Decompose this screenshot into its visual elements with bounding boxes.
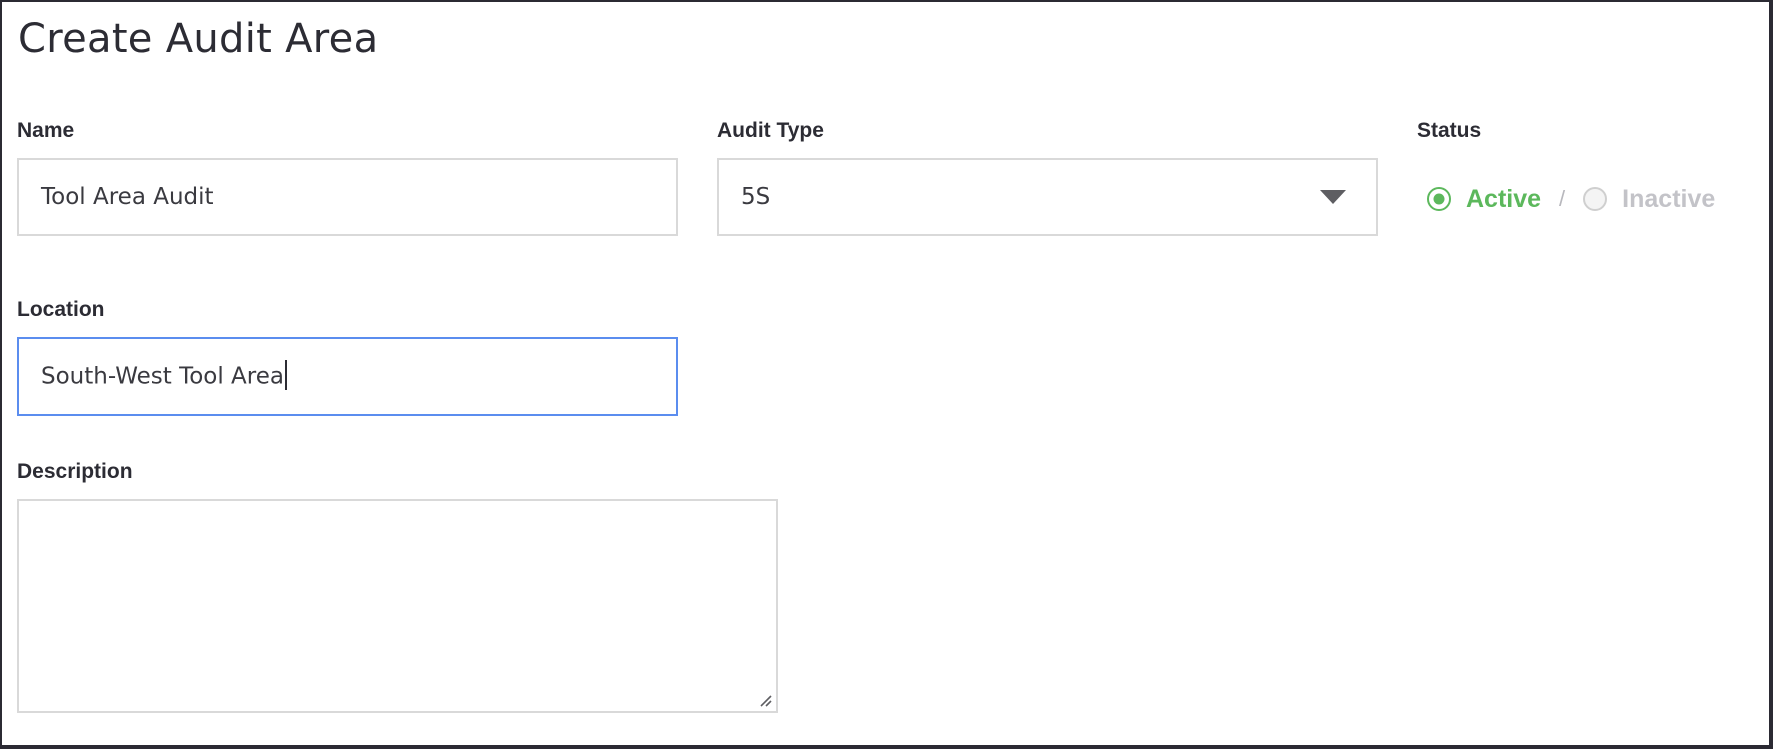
status-active-radio[interactable] xyxy=(1427,187,1451,211)
page-title: Create Audit Area xyxy=(18,16,379,62)
text-cursor xyxy=(284,359,287,390)
location-input-value-wrap: South-West Tool Area xyxy=(41,359,287,392)
location-input-value: South-West Tool Area xyxy=(41,363,284,389)
audit-type-label: Audit Type xyxy=(717,119,824,142)
name-input[interactable]: Tool Area Audit xyxy=(17,158,678,236)
status-radio-group: Active / Inactive xyxy=(1427,182,1715,216)
name-label: Name xyxy=(17,119,75,142)
location-input[interactable]: South-West Tool Area xyxy=(17,337,678,416)
location-label: Location xyxy=(17,298,105,321)
description-textarea[interactable] xyxy=(17,499,778,713)
status-separator: / xyxy=(1559,186,1566,211)
chevron-down-icon[interactable] xyxy=(1320,190,1346,204)
audit-type-select[interactable]: 5S xyxy=(717,158,1378,236)
name-input-value: Tool Area Audit xyxy=(41,184,214,210)
resize-handle-icon[interactable] xyxy=(758,693,772,707)
status-inactive-radio[interactable] xyxy=(1583,187,1608,211)
status-active-label[interactable]: Active xyxy=(1466,185,1541,214)
status-inactive-label[interactable]: Inactive xyxy=(1622,185,1715,214)
description-label: Description xyxy=(17,460,133,483)
create-audit-area-page: Create Audit Area Name Tool Area Audit A… xyxy=(2,2,1769,745)
audit-type-selected-value: 5S xyxy=(741,184,771,210)
status-label: Status xyxy=(1417,119,1482,142)
